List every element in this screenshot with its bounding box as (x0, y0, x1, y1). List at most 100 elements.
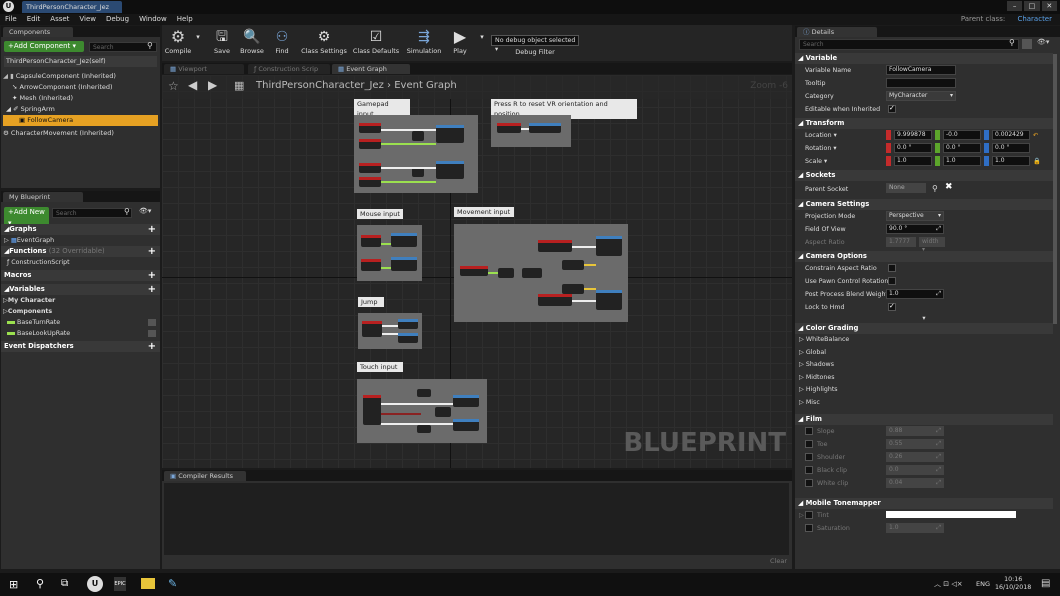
menu-help[interactable]: Help (172, 14, 198, 25)
cg-global[interactable]: ▷ Global (795, 347, 1053, 360)
save-button[interactable]: 🖫 Save (210, 27, 234, 61)
scale-y-input[interactable]: 1.0 (943, 156, 981, 166)
rotation-x-input[interactable]: 0.0 ° (894, 143, 932, 153)
section-variables[interactable]: ◢Variables + (1, 284, 160, 295)
graph-node[interactable] (538, 294, 572, 306)
menu-asset[interactable]: Asset (45, 14, 74, 25)
variable-base-lookup-rate[interactable]: BaseLookUpRate (1, 328, 160, 339)
star-icon[interactable]: ☆ (168, 79, 179, 93)
tint-checkbox[interactable] (805, 511, 813, 519)
location-z-input[interactable]: 0.002429 (992, 130, 1030, 140)
class-defaults-button[interactable]: ☑ Class Defaults (352, 27, 400, 61)
graph-node[interactable] (436, 125, 464, 143)
component-followcamera[interactable]: ▣ FollowCamera (3, 115, 158, 126)
graph-node[interactable] (417, 389, 431, 397)
graph-node[interactable] (361, 235, 381, 247)
location-x-input[interactable]: 9.999878 (894, 130, 932, 140)
graph-node[interactable] (359, 139, 381, 149)
simulation-button[interactable]: ⇶ Simulation (406, 27, 442, 61)
graph-node[interactable] (453, 395, 479, 407)
aspect-input[interactable]: 1.7777 (886, 237, 916, 247)
section-variable[interactable]: ◢ Variable (795, 53, 1053, 64)
graph-node[interactable] (412, 131, 424, 141)
component-self[interactable]: ThirdPersonCharacter_Jez(self) (4, 56, 157, 67)
section-event-dispatchers[interactable]: Event Dispatchers + (1, 341, 160, 352)
category-select[interactable]: MyCharacter ▾ (886, 91, 956, 101)
debug-object-select[interactable]: No debug object selected ▾ (491, 35, 579, 53)
graph-node[interactable] (391, 233, 417, 247)
projection-select[interactable]: Perspective ▾ (886, 211, 944, 221)
menu-window[interactable]: Window (134, 14, 172, 25)
aspect-preset-select[interactable]: width ▾ (919, 237, 945, 253)
find-button[interactable]: ⚇ Find (270, 27, 294, 61)
comment-mouse[interactable] (357, 225, 422, 281)
graph-node[interactable] (362, 321, 382, 337)
comment-gamepad[interactable] (354, 115, 478, 193)
menu-file[interactable]: File (0, 14, 22, 25)
clock[interactable]: 10:16 16/10/2018 (995, 576, 1031, 592)
category-my-character[interactable]: ▷My Character (1, 295, 160, 306)
epic-games-icon[interactable]: EPIC (114, 577, 126, 591)
graph-node[interactable] (460, 266, 488, 276)
graph-node[interactable] (497, 123, 521, 133)
graph-node[interactable] (398, 319, 418, 329)
tab-details[interactable]: ⓘ Details (797, 27, 877, 37)
system-tray-icons[interactable]: ︿ ⊡ ◁× (934, 579, 963, 589)
construction-script-item[interactable]: ƒ ConstructionScript (1, 257, 160, 268)
add-dispatcher-icon[interactable]: + (148, 341, 156, 352)
film-whiteclip-input[interactable]: 0.04 ⤢ (886, 478, 944, 488)
tooltip-input[interactable] (886, 78, 956, 88)
graph-node[interactable] (538, 240, 572, 252)
rotation-label[interactable]: Rotation ▾ (805, 143, 837, 154)
component-springarm[interactable]: ◢ ✐ SpringArm (3, 104, 158, 115)
search-icon[interactable]: ⚲ (36, 577, 44, 590)
film-blackclip-checkbox[interactable] (805, 466, 813, 474)
graph-node[interactable] (522, 268, 542, 278)
reset-arrow-icon[interactable]: ↶ (1033, 130, 1038, 141)
scale-x-input[interactable]: 1.0 (894, 156, 932, 166)
details-search-input[interactable]: Search (799, 39, 1019, 50)
section-macros[interactable]: Macros + (1, 270, 160, 281)
property-matrix-icon[interactable] (1022, 39, 1032, 49)
maximize-button[interactable]: □ (1024, 1, 1040, 11)
graph-node[interactable] (436, 161, 464, 179)
location-y-input[interactable]: -0.0 (943, 130, 981, 140)
cg-whitebalance[interactable]: ▷ WhiteBalance (795, 334, 1053, 347)
graph-node[interactable] (562, 260, 584, 270)
graph-node[interactable] (359, 177, 381, 187)
visibility-icon[interactable] (148, 319, 156, 326)
graph-node[interactable] (363, 395, 381, 425)
section-sockets[interactable]: ◢ Sockets (795, 170, 1053, 181)
visibility-icon[interactable] (148, 330, 156, 337)
tab-components[interactable]: Components (3, 27, 73, 37)
graph-node[interactable] (417, 425, 431, 433)
graph-node[interactable] (498, 268, 514, 278)
compile-options-button[interactable]: ▾ (194, 33, 202, 67)
add-graph-icon[interactable]: + (148, 224, 156, 235)
cg-highlights[interactable]: ▷ Highlights (795, 384, 1053, 397)
film-whiteclip-checkbox[interactable] (805, 479, 813, 487)
comment-movement[interactable] (454, 224, 628, 322)
close-button[interactable]: ✕ (1041, 1, 1057, 11)
saturation-input[interactable]: 1.0 ⤢ (886, 523, 944, 533)
browse-button[interactable]: 🔍 Browse (238, 27, 266, 61)
film-shoulder-input[interactable]: 0.26 ⤢ (886, 452, 944, 462)
task-view-icon[interactable]: ⧉ (61, 578, 68, 589)
add-macro-icon[interactable]: + (148, 270, 156, 281)
play-button[interactable]: ▶ Play (446, 27, 474, 61)
graph-node[interactable] (361, 259, 381, 271)
expand-advanced-icon[interactable]: ▾ (795, 314, 1053, 323)
clear-x-icon[interactable]: ✖ (945, 182, 953, 193)
cg-misc[interactable]: ▷ Misc (795, 397, 1053, 410)
add-variable-icon[interactable]: + (148, 284, 156, 295)
back-arrow-icon[interactable]: ◀ (188, 78, 197, 92)
parent-class-link[interactable]: Character (1012, 14, 1057, 25)
saturation-checkbox[interactable] (805, 524, 813, 532)
tab-event-graph[interactable]: ▦ Event Graph (332, 64, 410, 74)
search-icon[interactable]: ⚲ (932, 183, 938, 194)
lock-icon[interactable]: 🔒 (1033, 156, 1041, 167)
graph-node[interactable] (359, 163, 381, 173)
section-transform[interactable]: ◢ Transform (795, 118, 1053, 129)
graph-node[interactable] (562, 284, 584, 294)
notification-icon[interactable]: ▤ (1041, 578, 1050, 589)
